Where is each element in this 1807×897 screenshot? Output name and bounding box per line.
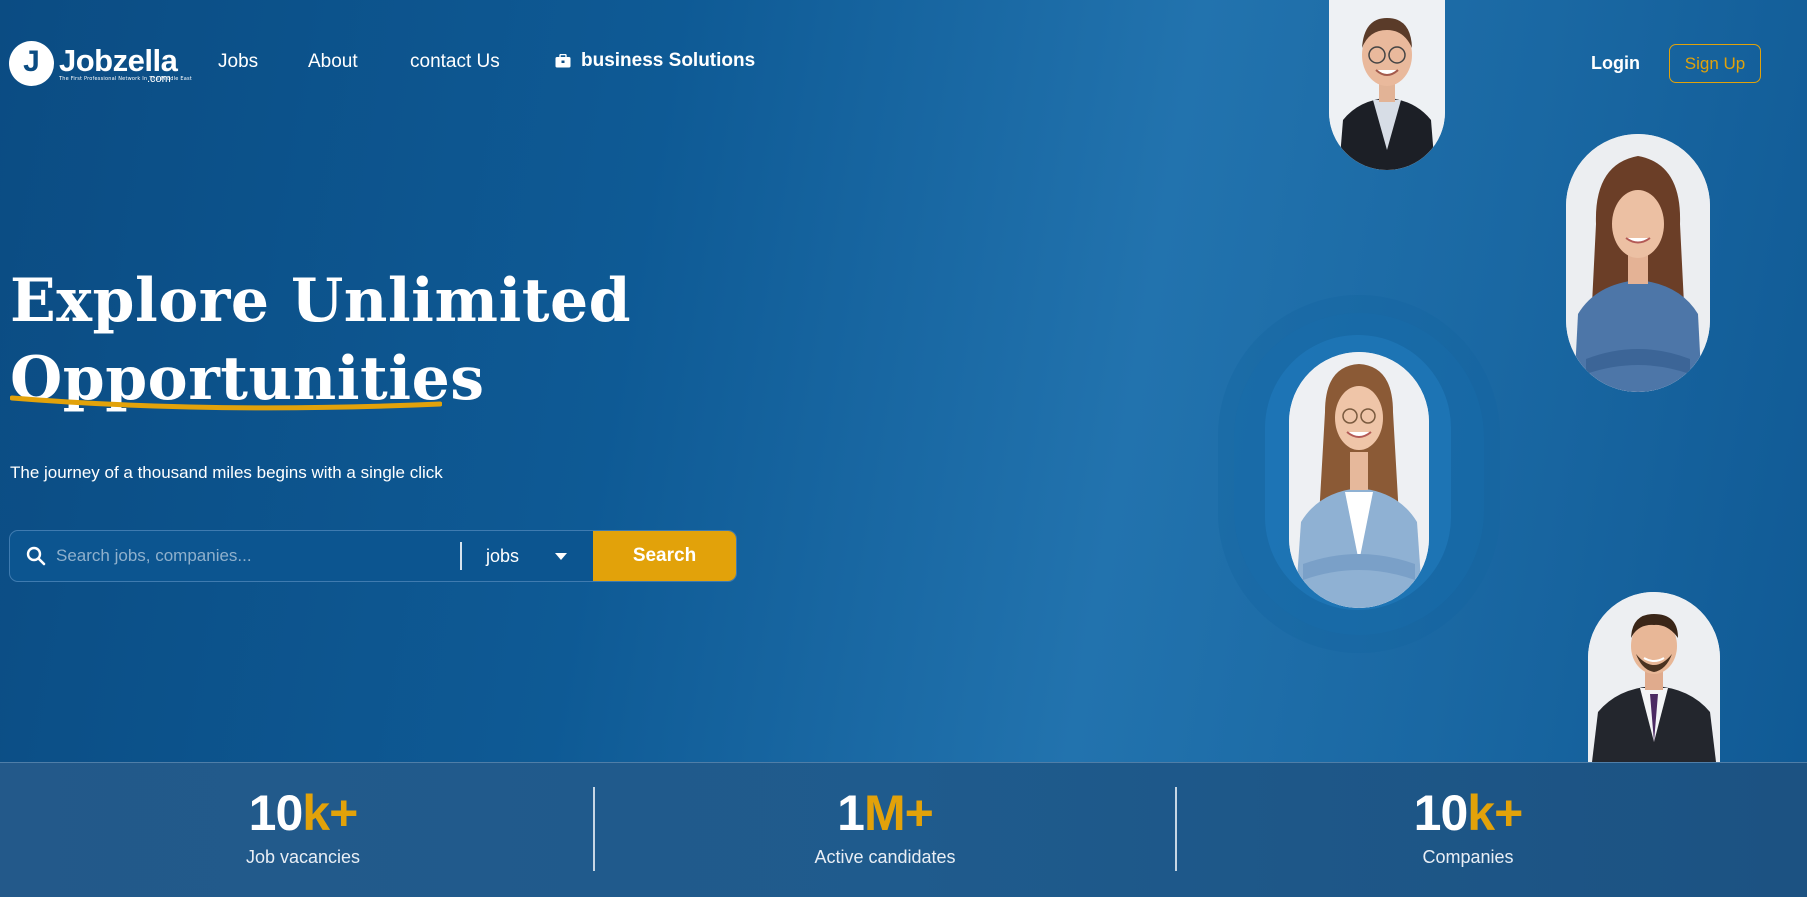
hero-section: J Jobzella The First Professional Networ… xyxy=(0,0,1807,762)
stat-active-candidates: 1M+ Active candidates xyxy=(735,785,1035,868)
portrait-man-suit xyxy=(1588,592,1720,762)
hero-title: Explore Unlimited Opportunities xyxy=(10,262,631,418)
stat-number: 10 xyxy=(248,785,304,841)
nav-contact-us[interactable]: contact Us xyxy=(410,51,500,73)
hero-title-line1: Explore Unlimited xyxy=(10,266,632,336)
jobzella-logo[interactable]: J Jobzella The First Professional Networ… xyxy=(9,40,192,86)
logo-domain: .com xyxy=(147,73,171,85)
nav-about[interactable]: About xyxy=(308,51,358,73)
logo-tagline: The First Professional Network In The Mi… xyxy=(59,75,192,82)
briefcase-icon xyxy=(555,54,571,68)
login-link[interactable]: Login xyxy=(1591,53,1640,74)
title-underline-decoration xyxy=(10,395,442,411)
stats-divider xyxy=(1175,787,1177,871)
stat-suffix: M+ xyxy=(863,785,934,841)
nav-business-label: business Solutions xyxy=(581,50,756,71)
stat-companies: 10k+ Companies xyxy=(1318,785,1618,868)
category-select-value: jobs xyxy=(486,545,520,566)
hero-subtitle: The journey of a thousand miles begins w… xyxy=(10,463,443,482)
search-bar: jobs Search xyxy=(9,530,737,582)
category-select[interactable]: jobs xyxy=(462,531,593,581)
nav-business-solutions[interactable]: business Solutions xyxy=(555,50,755,72)
portrait-man-glasses xyxy=(1329,0,1445,170)
portrait-woman-denim-center xyxy=(1289,352,1429,608)
search-button[interactable]: Search xyxy=(593,531,736,581)
search-input[interactable] xyxy=(56,546,446,566)
stats-divider xyxy=(593,787,595,871)
logo-mark-icon: J xyxy=(9,40,54,86)
stats-bar: 10k+ Job vacancies 1M+ Active candidates… xyxy=(0,762,1807,897)
stat-label: Active candidates xyxy=(814,847,956,867)
stat-number: 10 xyxy=(1413,785,1469,841)
stat-suffix: k+ xyxy=(1467,785,1523,841)
signup-button[interactable]: Sign Up xyxy=(1669,44,1761,83)
stat-number: 1 xyxy=(837,785,865,841)
logo-wordmark: Jobzella xyxy=(59,42,178,78)
caret-down-icon xyxy=(555,552,567,560)
stat-job-vacancies: 10k+ Job vacancies xyxy=(153,785,453,868)
stat-label: Job vacancies xyxy=(245,847,361,867)
portrait-woman-denim-right xyxy=(1566,134,1710,392)
stat-label: Companies xyxy=(1422,847,1514,867)
nav-jobs[interactable]: Jobs xyxy=(218,51,258,73)
stat-suffix: k+ xyxy=(302,785,358,841)
search-icon xyxy=(26,546,46,566)
